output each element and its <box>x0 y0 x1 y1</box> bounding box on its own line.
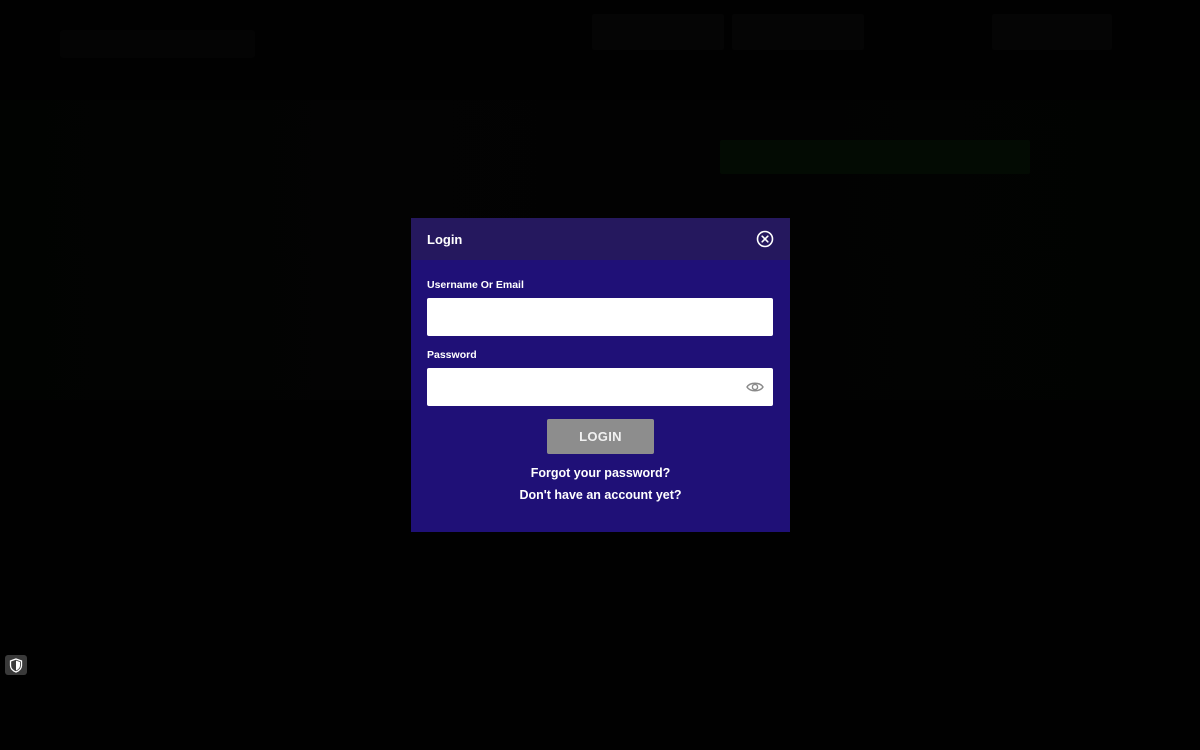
forgot-password-link[interactable]: Forgot your password? <box>427 466 774 480</box>
modal-body: Username Or Email Password LOGIN Forgot … <box>411 260 790 502</box>
login-button[interactable]: LOGIN <box>547 419 654 454</box>
modal-title: Login <box>427 231 463 247</box>
shield-icon[interactable] <box>5 655 27 675</box>
password-input[interactable] <box>427 368 773 406</box>
username-label: Username Or Email <box>427 279 524 291</box>
login-modal: Login Username Or Email Password LOGIN F… <box>411 218 790 532</box>
close-icon[interactable] <box>756 230 774 248</box>
page: Login Username Or Email Password LOGIN F… <box>0 0 1200 750</box>
modal-header: Login <box>411 218 790 260</box>
password-label: Password <box>427 349 477 361</box>
eye-icon[interactable] <box>746 379 764 395</box>
password-field-wrapper <box>427 368 773 406</box>
username-field-wrapper <box>427 298 773 336</box>
register-link[interactable]: Don't have an account yet? <box>427 488 774 502</box>
username-input[interactable] <box>427 298 773 336</box>
